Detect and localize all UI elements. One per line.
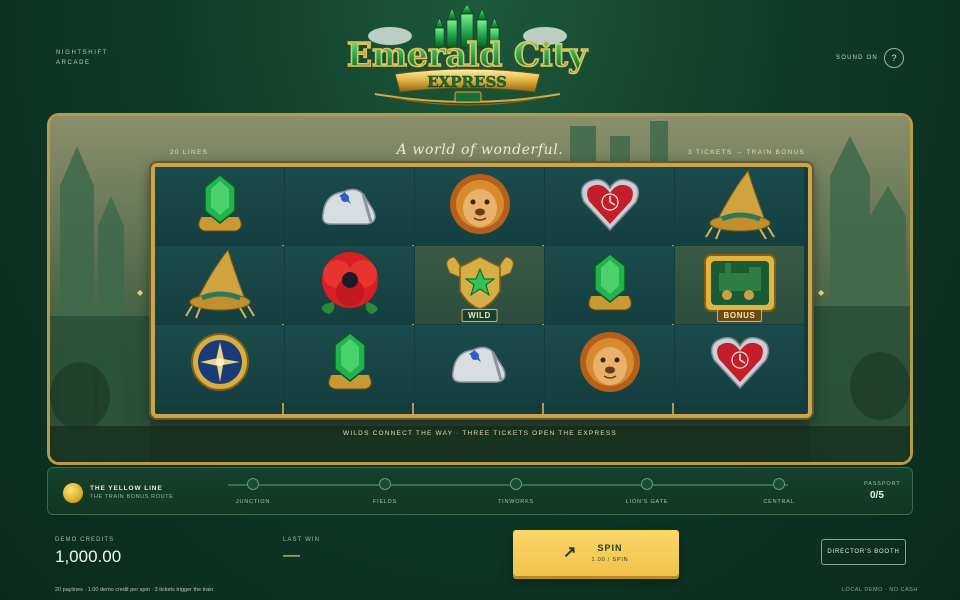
route-stop-label: JUNCTION — [235, 499, 271, 505]
route-stop — [510, 478, 522, 490]
right-payline-marker: ◆ — [818, 288, 825, 297]
directors-booth-button[interactable]: DIRECTOR'S BOOTH — [821, 539, 906, 565]
reel-cell — [155, 167, 284, 245]
local-demo-note: LOCAL DEMO · NO CASH — [842, 587, 918, 593]
credits-label: DEMO CREDITS — [55, 537, 115, 543]
scarecrow-icon — [702, 167, 778, 246]
bonus-label: BONUS — [716, 309, 763, 322]
route-stop — [247, 478, 259, 490]
reel-cell — [675, 325, 804, 403]
reel-cell — [675, 167, 804, 245]
slipper-icon — [315, 174, 385, 239]
emerald-icon — [581, 250, 639, 321]
bonus-info: 3 TICKETS → TRAIN BONUS — [688, 149, 806, 156]
emerald-icon — [321, 329, 379, 400]
passport-label: PASSPORT — [864, 481, 901, 487]
reel-cell — [415, 167, 544, 245]
compass-icon — [188, 330, 252, 399]
wild-icon — [440, 253, 520, 318]
route-stop-label: LION'S GATE — [625, 499, 669, 505]
lion-icon — [444, 170, 516, 243]
reel-grid: WILD BONUS — [151, 163, 812, 418]
route-stop-label: CENTRAL — [763, 499, 795, 505]
scarecrow-icon — [182, 246, 258, 325]
last-win-value: — — [283, 545, 300, 564]
wild-label: WILD — [461, 309, 498, 322]
route-stop-label: FIELDS — [372, 499, 398, 505]
left-payline-marker: ◆ — [137, 288, 144, 297]
spin-button[interactable]: ↗ SPIN 1.00 / SPIN — [513, 530, 679, 576]
brand-line2: ARCADE — [56, 60, 91, 66]
emerald-icon — [191, 171, 249, 242]
passport-value: 0/5 — [870, 490, 884, 501]
lion-icon — [574, 328, 646, 401]
credits-value: 1,000.00 — [55, 547, 122, 566]
help-button[interactable]: ? — [884, 48, 904, 68]
heart-icon — [708, 330, 772, 399]
reel-cell — [415, 325, 544, 403]
poppy-icon — [311, 248, 389, 323]
brand: NIGHTSHIFT ARCADE — [56, 48, 108, 68]
spin-label: SPIN — [597, 543, 623, 553]
brand-line1: NIGHTSHIFT — [56, 50, 108, 56]
route-subtitle: THE TRAIN BONUS ROUTE — [90, 494, 174, 500]
route-stop-label: TINWORKS — [497, 499, 535, 505]
route-stop — [379, 478, 391, 490]
reel-cell: BONUS — [675, 246, 804, 324]
logo-subtitle: EXPRESS — [427, 73, 507, 91]
reel-cell: WILD — [415, 246, 544, 324]
sound-toggle[interactable]: SOUND ON — [836, 55, 878, 61]
last-win-label: LAST WIN — [283, 537, 321, 543]
route-stop — [641, 478, 653, 490]
route-title: THE YELLOW LINE — [90, 485, 163, 492]
route-track — [228, 484, 788, 486]
reel-cell — [545, 246, 674, 324]
reel-cell — [285, 246, 414, 324]
spin-cost: 1.00 / SPIN — [591, 557, 629, 563]
game-stage: 20 LINES A world of wonderful. 3 TICKETS… — [47, 113, 913, 465]
footnote: 20 paylines · 1.00 demo credit per spin … — [55, 587, 214, 593]
logo-title: Emerald City — [347, 35, 588, 74]
route-stop — [773, 478, 785, 490]
reel-cell — [285, 167, 414, 245]
slipper-icon — [445, 332, 515, 397]
game-logo: Emerald City EXPRESS — [346, 6, 589, 106]
heart-icon — [578, 172, 642, 241]
reel-cell — [545, 325, 674, 403]
reel-cell — [285, 325, 414, 403]
bonus-route: THE YELLOW LINE THE TRAIN BONUS ROUTE JU… — [47, 467, 913, 515]
reel-cell — [155, 246, 284, 324]
stage-footline: WILDS CONNECT THE WAY · THREE TICKETS OP… — [343, 430, 617, 437]
coin-icon — [63, 483, 83, 503]
reel-cell — [155, 325, 284, 403]
reel-cell — [545, 167, 674, 245]
